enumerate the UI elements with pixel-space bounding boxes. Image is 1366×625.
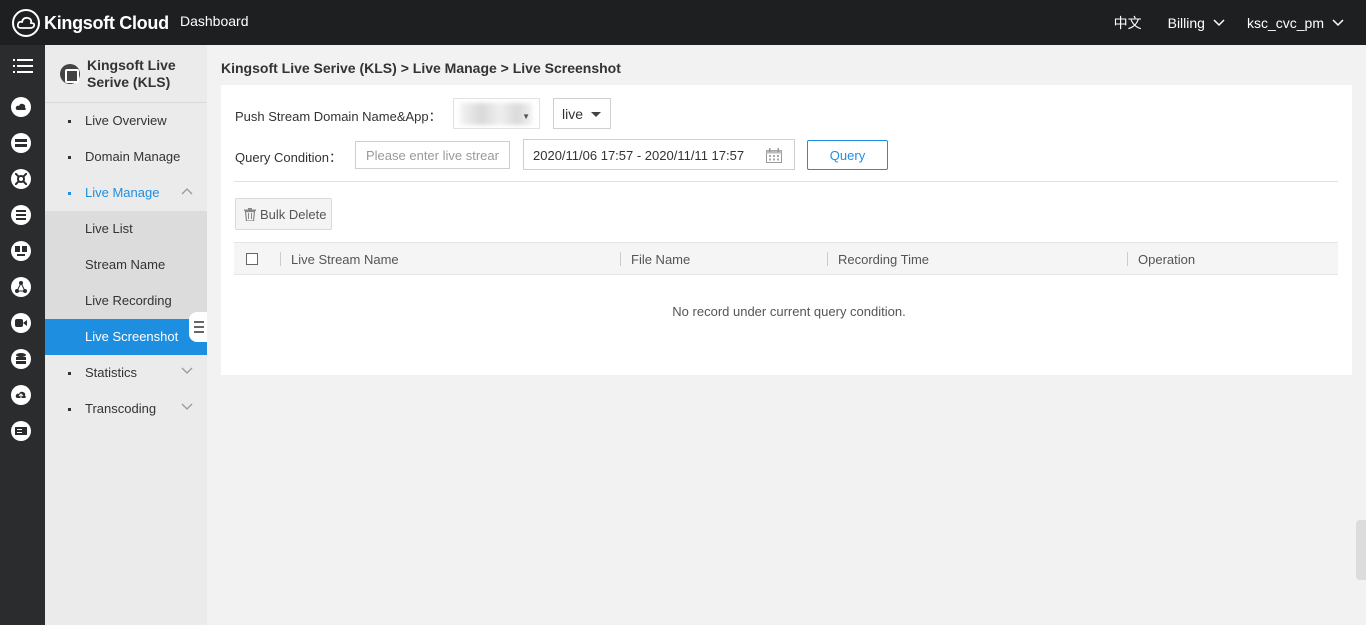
bullet xyxy=(68,120,71,123)
relation-icon[interactable] xyxy=(11,277,31,297)
content-panel xyxy=(221,85,1352,375)
date-range-picker[interactable]: 2020/11/06 17:57 - 2020/11/11 17:57 xyxy=(523,139,795,170)
trash-icon xyxy=(244,208,256,221)
column-divider xyxy=(280,252,281,266)
date-range-value: 2020/11/06 17:57 - 2020/11/11 17:57 xyxy=(533,148,745,163)
query-condition-label: Query Condition： xyxy=(235,150,342,165)
column-header-live-stream-name[interactable]: Live Stream Name xyxy=(291,252,399,267)
storage-icon[interactable] xyxy=(11,349,31,369)
sidebar-header: Kingsoft Live Serive (KLS) xyxy=(45,45,207,103)
bullet xyxy=(68,372,71,375)
sidebar-item-label: Transcoding xyxy=(85,401,157,416)
sidebar-title: Kingsoft Live Serive (KLS) xyxy=(87,57,176,90)
app-select-value: live xyxy=(562,106,584,122)
sidebar-item-live-recording[interactable]: Live Recording xyxy=(45,283,207,319)
top-bar: Kingsoft Cloud Dashboard 中文 Billing ksc_… xyxy=(0,0,1366,45)
cdn-icon[interactable] xyxy=(11,169,31,189)
database-icon[interactable] xyxy=(11,205,31,225)
table-header: Live Stream Name File Name Recording Tim… xyxy=(234,242,1338,275)
column-header-operation: Operation xyxy=(1138,252,1196,267)
bulk-delete-label: Bulk Delete xyxy=(260,206,327,222)
domain-select[interactable]: ▼ xyxy=(453,98,540,129)
sidebar-item-live-screenshot[interactable]: Live Screenshot xyxy=(45,319,207,355)
sidebar-collapse-icon[interactable] xyxy=(189,312,207,342)
sidebar-item-live-list[interactable]: Live List xyxy=(45,211,207,247)
sidebar-item-live-manage[interactable]: Live Manage xyxy=(45,175,207,211)
live-service-icon xyxy=(60,64,80,84)
bullet xyxy=(68,192,71,195)
column-header-recording-time[interactable]: Recording Time xyxy=(838,252,929,267)
bullet xyxy=(68,408,71,411)
menu-icon[interactable] xyxy=(13,58,33,78)
account-label: ksc_cvc_pm xyxy=(1246,14,1324,31)
caret-down-icon: ▼ xyxy=(522,112,530,121)
divider xyxy=(234,181,1338,182)
language-switch[interactable]: 中文 xyxy=(1114,13,1142,33)
scrollbar-handle[interactable] xyxy=(1356,520,1366,580)
account-menu[interactable]: ksc_cvc_pm xyxy=(1247,15,1344,31)
sidebar-item-label: Live Overview xyxy=(85,113,167,128)
column-divider xyxy=(1127,252,1128,266)
brand-name: Kingsoft Cloud xyxy=(44,12,169,33)
service-rail xyxy=(0,45,45,625)
bulk-delete-button[interactable]: Bulk Delete xyxy=(235,198,332,230)
sidebar-item-label: Live List xyxy=(85,221,133,236)
column-header-file-name[interactable]: File Name xyxy=(631,252,690,267)
sidebar-item-statistics[interactable]: Statistics xyxy=(45,355,207,391)
video-icon[interactable] xyxy=(11,313,31,333)
network-icon[interactable] xyxy=(11,133,31,153)
select-all-checkbox[interactable] xyxy=(246,253,258,265)
ticket-icon[interactable] xyxy=(11,421,31,441)
upload-icon[interactable] xyxy=(11,385,31,405)
cloud-server-icon[interactable] xyxy=(11,97,31,117)
product-sidebar: Kingsoft Live Serive (KLS) Live Overview… xyxy=(45,45,207,625)
domain-app-label: Push Stream Domain Name&App： xyxy=(235,109,442,124)
query-button[interactable]: Query xyxy=(807,140,888,170)
column-divider xyxy=(620,252,621,266)
sidebar-item-label: Statistics xyxy=(85,365,138,380)
billing-menu[interactable]: Billing xyxy=(1168,15,1225,31)
brand-logo[interactable]: Kingsoft Cloud xyxy=(12,9,169,37)
bullet xyxy=(68,156,71,159)
empty-table-message: No record under current query condition. xyxy=(672,304,906,319)
chevron-down-icon xyxy=(181,367,193,374)
sidebar-item-label: Live Recording xyxy=(85,293,172,308)
sidebar-item-live-overview[interactable]: Live Overview xyxy=(45,103,207,139)
calendar-icon xyxy=(766,148,782,163)
breadcrumb: Kingsoft Live Serive (KLS) > Live Manage… xyxy=(221,60,621,76)
chevron-down-icon xyxy=(1213,18,1225,26)
dashboard-link[interactable]: Dashboard xyxy=(180,13,249,29)
caret-down-icon xyxy=(591,112,601,117)
sidebar-item-label: Domain Manage xyxy=(85,149,181,164)
stream-name-search-input[interactable] xyxy=(355,141,510,169)
sidebar-item-label: Stream Name xyxy=(85,257,166,272)
chevron-down-icon xyxy=(1332,18,1344,26)
cloud-logo-icon xyxy=(12,9,40,37)
sidebar-item-transcoding[interactable]: Transcoding xyxy=(45,391,207,427)
sidebar-item-label: Live Screenshot xyxy=(85,329,179,344)
sidebar-item-label: Live Manage xyxy=(85,185,160,200)
app-select[interactable]: live xyxy=(553,98,611,129)
column-divider xyxy=(827,252,828,266)
monitor-icon[interactable] xyxy=(11,241,31,261)
sidebar-item-stream-name[interactable]: Stream Name xyxy=(45,247,207,283)
chevron-up-icon xyxy=(181,188,193,195)
billing-label: Billing xyxy=(1167,14,1205,31)
chevron-down-icon xyxy=(181,403,193,410)
sidebar-item-domain-manage[interactable]: Domain Manage xyxy=(45,139,207,175)
